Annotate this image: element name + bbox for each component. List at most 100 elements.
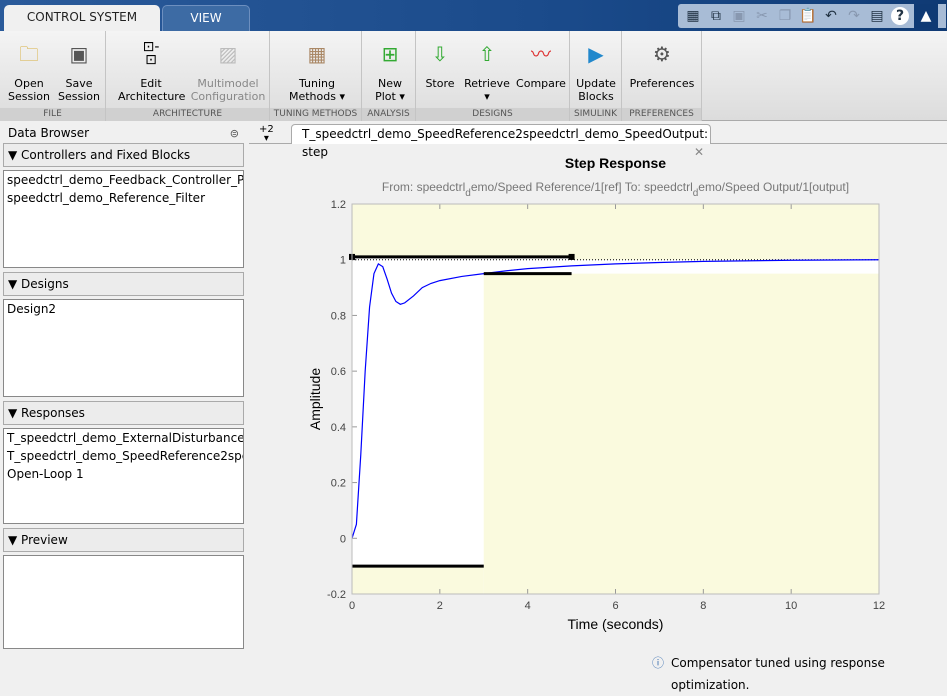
list-item[interactable]: Design2 xyxy=(7,300,243,318)
label: Multimodel Configuration xyxy=(190,77,266,103)
group-architecture: ⊡-⊡ Edit Architecture ▨ Multimodel Configu… xyxy=(106,31,270,121)
group-simulink: ▶ Update Blocks SIMULINK xyxy=(570,31,622,121)
section-preview: ▼ Preview xyxy=(3,528,244,649)
x-tick-label: 8 xyxy=(700,600,706,612)
section-header[interactable]: ▼ Designs xyxy=(3,272,244,296)
tab-view[interactable]: VIEW xyxy=(162,5,250,31)
label: New Plot ▾ xyxy=(375,77,405,103)
group-label: DESIGNS xyxy=(416,108,569,121)
preferences-button[interactable]: ⚙ Preferences xyxy=(626,37,698,91)
save-session-button[interactable]: ▣ Save Session xyxy=(56,37,102,104)
list: Design2 xyxy=(3,299,244,397)
group-label: ARCHITECTURE xyxy=(106,108,269,121)
group-designs: ⇩ Store ⇧ Retrieve ▾ 〰 Compare DESIGNS xyxy=(416,31,570,121)
status-text: Compensator tuned using response optimiz… xyxy=(671,656,885,692)
tab-step-response[interactable]: T_speedctrl_demo_SpeedReference2speedctr… xyxy=(291,124,711,159)
label: Preferences xyxy=(629,77,695,90)
tile-icon[interactable]: ▤ xyxy=(868,7,886,25)
tuning-icon: ▦ xyxy=(307,41,327,66)
x-tick-label: 4 xyxy=(525,600,531,612)
list-item[interactable]: speedctrl_demo_Reference_Filter xyxy=(7,189,243,207)
save-icon: ▣ xyxy=(69,41,89,66)
list-item[interactable]: speedctrl_demo_Feedback_Controller_PID..… xyxy=(7,171,243,189)
subtitle-part: emo/Speed Output/1[output] xyxy=(698,180,849,194)
y-tick-label: 0.4 xyxy=(331,422,346,434)
title-bar: CONTROL SYSTEM VIEW ▦ ⧉ ▣ ✂ ❐ 📋 ↶ ↷ ▤ ? … xyxy=(0,0,947,31)
update-blocks-button[interactable]: ▶ Update Blocks xyxy=(574,37,618,104)
y-tick-label: 1 xyxy=(340,255,346,267)
group-file: 🗀 Open Session ▣ Save Session FILE xyxy=(0,31,106,121)
section-designs: ▼ Designs Design2 xyxy=(3,272,244,397)
open-session-button[interactable]: 🗀 Open Session xyxy=(6,37,52,104)
undo-icon[interactable]: ↶ xyxy=(822,7,840,25)
folder-icon: 🗀 xyxy=(19,41,39,66)
section-controllers: ▼ Controllers and Fixed Blocks speedctrl… xyxy=(3,143,244,268)
compare-icon: 〰 xyxy=(531,41,551,66)
label: Responses xyxy=(21,406,85,420)
y-tick-label: 0.6 xyxy=(331,366,346,378)
update-blocks-icon: ▶ xyxy=(588,41,604,66)
multimodel-configuration-button[interactable]: ▨ Multimodel Configuration xyxy=(190,37,266,104)
copy-icon[interactable]: ❐ xyxy=(776,7,794,25)
group-tuning-methods: ▦ Tuning Methods ▾ TUNING METHODS xyxy=(270,31,362,121)
close-icon[interactable]: ✕ xyxy=(694,143,704,161)
subtitle-part: emo/Speed Reference/1[ref] To: speedctrl xyxy=(471,180,693,194)
group-preferences: ⚙ Preferences PREFERENCES xyxy=(622,31,702,121)
step-response-plot[interactable]: 0 2 4 6 8 10 12-0.200.20.40.60.811.2Step Respo… xyxy=(249,144,947,672)
x-tick-label: 2 xyxy=(437,600,443,612)
store-icon: ⇩ xyxy=(431,41,449,66)
compare-button[interactable]: 〰 Compare xyxy=(516,37,566,91)
section-header[interactable]: ▼ Responses xyxy=(3,401,244,425)
bound-handle xyxy=(568,253,575,260)
new-plot-button[interactable]: ⊞ New Plot ▾ xyxy=(368,37,412,104)
save-icon[interactable]: ▣ xyxy=(730,7,748,25)
section-header[interactable]: ▼ Controllers and Fixed Blocks xyxy=(3,143,244,167)
chart-title: Step Response xyxy=(565,155,666,171)
dropdown-icon[interactable]: ⊜ xyxy=(230,125,239,143)
section-header[interactable]: ▼ Preview xyxy=(3,528,244,552)
list-item[interactable]: Open-Loop 1 xyxy=(7,465,243,483)
info-icon: ⓘ xyxy=(652,656,665,670)
upper-bound-region-right xyxy=(571,204,879,260)
collapse-icon[interactable]: ▲ xyxy=(914,4,938,28)
lower-bound-region-rise xyxy=(352,566,484,594)
x-tick-label: 12 xyxy=(873,600,885,612)
retrieve-icon: ⇧ xyxy=(478,41,496,66)
layout-icon[interactable]: ▦ xyxy=(684,7,702,25)
list-item[interactable]: T_speedctrl_demo_SpeedReference2speed... xyxy=(7,447,243,465)
list: speedctrl_demo_Feedback_Controller_PID..… xyxy=(3,170,244,268)
data-browser-header: Data Browser ⊜ xyxy=(0,124,247,142)
edit-architecture-button[interactable]: ⊡-⊡ Edit Architecture xyxy=(118,37,186,103)
tuning-methods-button[interactable]: ▦ Tuning Methods ▾ xyxy=(280,37,354,104)
help-icon[interactable]: ? xyxy=(891,7,909,25)
y-tick-label: -0.2 xyxy=(327,589,346,601)
tab-overflow-button[interactable]: +2 ▾ xyxy=(259,125,274,144)
label: Designs xyxy=(21,277,69,291)
group-label: ANALYSIS xyxy=(362,108,415,121)
subtitle-part: From: speedctrl xyxy=(382,180,465,194)
document-tabs: +2 ▾ T_speedctrl_demo_SpeedReference2spee… xyxy=(249,124,947,159)
new-plot-icon: ⊞ xyxy=(381,41,399,66)
ribbon: 🗀 Open Session ▣ Save Session FILE ⊡-⊡ Edit… xyxy=(0,31,947,121)
new-window-icon[interactable]: ⧉ xyxy=(707,7,725,25)
x-tick-label: 6 xyxy=(612,600,618,612)
data-browser-title: Data Browser xyxy=(8,126,90,140)
redo-icon[interactable]: ↷ xyxy=(845,7,863,25)
list-item[interactable]: T_speedctrl_demo_ExternalDisturbance_St.… xyxy=(7,429,243,447)
label: Tuning Methods ▾ xyxy=(288,77,345,103)
store-button[interactable]: ⇩ Store xyxy=(422,37,458,91)
block-diagram-icon: ⊡-⊡ xyxy=(142,39,160,68)
gear-icon: ⚙ xyxy=(653,41,671,66)
paste-icon[interactable]: 📋 xyxy=(799,7,817,25)
label: Open Session xyxy=(8,77,50,103)
tab-control-system[interactable]: CONTROL SYSTEM xyxy=(4,5,160,31)
x-tick-label: 0 xyxy=(349,600,355,612)
label: Edit Architecture xyxy=(118,77,186,103)
cut-icon[interactable]: ✂ xyxy=(753,7,771,25)
x-tick-label: 10 xyxy=(785,600,797,612)
label: Store xyxy=(425,77,455,90)
label: Compare xyxy=(516,77,566,90)
retrieve-button[interactable]: ⇧ Retrieve ▾ xyxy=(462,37,512,104)
group-analysis: ⊞ New Plot ▾ ANALYSIS xyxy=(362,31,416,121)
quick-access-toolbar: ▦ ⧉ ▣ ✂ ❐ 📋 ↶ ↷ ▤ ? ▲ xyxy=(678,4,946,28)
